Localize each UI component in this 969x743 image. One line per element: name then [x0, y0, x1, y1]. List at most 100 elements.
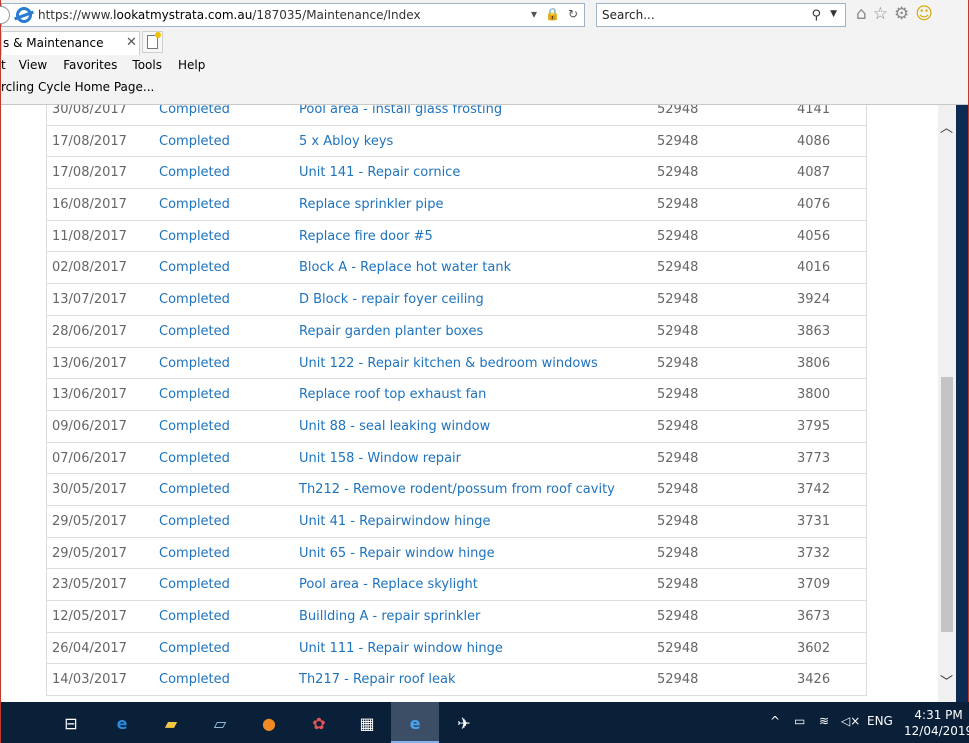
row-status-link[interactable]: Completed	[159, 356, 230, 371]
chevron-down-icon[interactable]: ﹀	[940, 671, 953, 690]
row-number: 3732	[797, 545, 831, 561]
row-status-link[interactable]: Completed	[159, 324, 230, 339]
row-title-link[interactable]: Th212 - Remove rodent/possum from roof c…	[299, 482, 615, 497]
dropdown-icon[interactable]: ▾	[531, 7, 537, 21]
table-row: 23/05/2017 Completed Pool area - Replace s…	[47, 569, 866, 601]
row-title-link[interactable]: Replace fire door #5	[299, 229, 433, 244]
lock-icon[interactable]: 🔒	[545, 7, 560, 21]
table-row: 29/05/2017 Completed Unit 65 - Repair wind…	[47, 538, 866, 570]
scroll-thumb[interactable]	[941, 377, 953, 632]
row-title-link[interactable]: Unit 158 - Window repair	[299, 451, 461, 466]
row-title-link[interactable]: Buillding A - repair sprinkler	[299, 609, 480, 624]
search-input[interactable]	[602, 8, 802, 22]
vertical-scrollbar[interactable]: ︿ ﹀	[938, 105, 956, 702]
chevron-up-icon[interactable]: ︿	[940, 117, 953, 136]
battery-icon[interactable]: ▭	[794, 714, 805, 728]
gear-icon[interactable]: ⚙	[894, 4, 909, 24]
row-title-link[interactable]: Th217 - Repair roof leak	[299, 672, 455, 687]
row-status-link[interactable]: Completed	[159, 451, 230, 466]
address-text[interactable]: https://www.lookatmystrata.com.au/187035…	[38, 8, 421, 22]
row-status-link[interactable]: Completed	[159, 105, 230, 117]
menu-view[interactable]: View	[19, 56, 47, 76]
task-view-icon[interactable]: ⊟	[58, 710, 84, 736]
refresh-icon[interactable]: ↻	[568, 7, 578, 21]
address-bar[interactable]: https://www.lookatmystrata.com.au/187035…	[0, 3, 585, 27]
notes-app-icon[interactable]: ▱	[207, 710, 233, 736]
row-status-link[interactable]: Completed	[159, 609, 230, 624]
close-icon[interactable]: ✕	[126, 35, 137, 50]
row-status-link[interactable]: Completed	[159, 260, 230, 275]
calculator-icon[interactable]: ▦	[354, 710, 380, 736]
table-row: 26/04/2017 Completed Unit 111 - Repair win…	[47, 633, 866, 665]
row-title-link[interactable]: Unit 111 - Repair window hinge	[299, 641, 503, 656]
row-status-link[interactable]: Completed	[159, 672, 230, 687]
row-status-link[interactable]: Completed	[159, 387, 230, 402]
row-reference: 52948	[657, 577, 699, 593]
row-title-link[interactable]: D Block - repair foyer ceiling	[299, 292, 484, 307]
firefox-icon[interactable]: ●	[256, 710, 282, 736]
row-date: 07/06/2017	[52, 450, 127, 466]
paint-icon[interactable]: ✿	[306, 710, 332, 736]
row-title-link[interactable]: Repair garden planter boxes	[299, 324, 483, 339]
search-icon[interactable]: ⚲	[811, 8, 821, 23]
row-title-link[interactable]: Unit 122 - Repair kitchen & bedroom wind…	[299, 356, 598, 371]
row-status-link[interactable]: Completed	[159, 641, 230, 656]
row-status-link[interactable]: Completed	[159, 134, 230, 149]
row-reference: 52948	[657, 672, 699, 688]
row-date: 28/06/2017	[52, 323, 127, 339]
new-tab-button[interactable]	[142, 31, 163, 53]
table-row: 12/05/2017 Completed Buillding A - repair …	[47, 601, 866, 633]
smiley-icon[interactable]: ☺	[915, 4, 933, 24]
search-dropdown-icon[interactable]: ▼	[830, 9, 837, 19]
back-button[interactable]	[0, 6, 10, 24]
row-status-link[interactable]: Completed	[159, 165, 230, 180]
row-reference: 52948	[657, 640, 699, 656]
row-title-link[interactable]: Block A - Replace hot water tank	[299, 260, 511, 275]
tab-maintenance[interactable]: s & Maintenance ✕	[1, 31, 140, 55]
table-row: 02/08/2017 Completed Block A - Replace hot…	[47, 252, 866, 285]
row-status-link[interactable]: Completed	[159, 292, 230, 307]
chevron-up-tray-icon[interactable]: ^	[770, 714, 780, 728]
address-prefix: https://www.	[38, 8, 114, 22]
language-indicator[interactable]: ENG	[867, 714, 893, 728]
row-number: 3773	[797, 450, 831, 466]
taskbar: ⊟ e ▰ ▱ ● ✿ ▦ e ✈ ^ ▭ ≋ ◁× ENG 4:31 PM 1…	[1, 702, 969, 743]
row-title-link[interactable]: Replace sprinkler pipe	[299, 197, 444, 212]
menu-edit[interactable]: t	[1, 56, 6, 76]
row-title-link[interactable]: Unit 41 - Repairwindow hinge	[299, 514, 491, 529]
row-number: 3709	[797, 577, 831, 593]
edge-icon[interactable]: e	[109, 710, 135, 736]
row-status-link[interactable]: Completed	[159, 419, 230, 434]
volume-icon[interactable]: ◁×	[841, 714, 860, 728]
row-date: 30/05/2017	[52, 482, 127, 498]
menu-help[interactable]: Help	[178, 56, 205, 76]
menu-tools[interactable]: Tools	[132, 56, 162, 76]
search-box[interactable]: ⚲ ▼	[596, 3, 846, 27]
home-icon[interactable]: ⌂	[856, 4, 867, 24]
wifi-icon[interactable]: ≋	[819, 714, 829, 728]
row-title-link[interactable]: Unit 141 - Repair cornice	[299, 165, 460, 180]
row-status-link[interactable]: Completed	[159, 482, 230, 497]
row-status-link[interactable]: Completed	[159, 577, 230, 592]
row-status-link[interactable]: Completed	[159, 546, 230, 561]
row-title-link[interactable]: Pool area - install glass frosting	[299, 105, 502, 117]
row-title-link[interactable]: Unit 65 - Repair window hinge	[299, 546, 495, 561]
favorite-link[interactable]: rcling Cycle Home Page...	[1, 80, 154, 94]
table-row: 28/06/2017 Completed Repair garden planter…	[47, 316, 866, 348]
app-icon[interactable]: ✈	[451, 710, 477, 736]
row-title-link[interactable]: Unit 88 - seal leaking window	[299, 419, 490, 434]
row-status-link[interactable]: Completed	[159, 197, 230, 212]
row-date: 17/08/2017	[52, 165, 127, 181]
row-title-link[interactable]: Pool area - Replace skylight	[299, 577, 478, 592]
row-status-link[interactable]: Completed	[159, 229, 230, 244]
table-row: 13/06/2017 Completed Unit 122 - Repair kit…	[47, 348, 866, 380]
file-explorer-icon[interactable]: ▰	[158, 710, 184, 736]
row-title-link[interactable]: 5 x Abloy keys	[299, 134, 393, 149]
star-icon[interactable]: ☆	[873, 4, 888, 24]
internet-explorer-icon[interactable]: e	[402, 710, 428, 736]
row-date: 02/08/2017	[52, 260, 127, 276]
clock[interactable]: 4:31 PM 12/04/2019	[904, 707, 969, 739]
row-status-link[interactable]: Completed	[159, 514, 230, 529]
row-title-link[interactable]: Replace roof top exhaust fan	[299, 387, 486, 402]
menu-favorites[interactable]: Favorites	[63, 56, 117, 76]
